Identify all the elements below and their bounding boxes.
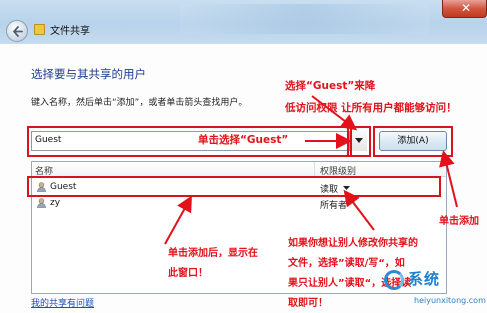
annotation-left: 单击添加后，显示在 此窗口！ <box>168 244 258 284</box>
annotation-left-line: 此窗口！ <box>168 268 208 279</box>
annotation-top-line: 选择“Guest”来降 <box>285 80 376 92</box>
watermark-logo-icon <box>384 270 404 290</box>
annotation-right: 单击添加 <box>439 216 479 227</box>
site-watermark: 系统 heiyunxitong.com <box>384 268 487 313</box>
watermark-title: 系统 <box>408 270 441 288</box>
watermark-url: heiyunxitong.com <box>414 296 486 305</box>
annotation-middle: 单击选择“Guest” <box>198 134 289 146</box>
annotation-left-line: 单击添加后，显示在 <box>168 248 258 259</box>
annotation-top-line: 低访问权限 让所有用户都能够访问！ <box>285 102 457 114</box>
annotation-top: 选择“Guest”来降 低访问权限 让所有用户都能够访问！ <box>285 75 457 119</box>
annotation-bottom-line: 如果你想让别人修改你共享的 <box>288 238 418 249</box>
